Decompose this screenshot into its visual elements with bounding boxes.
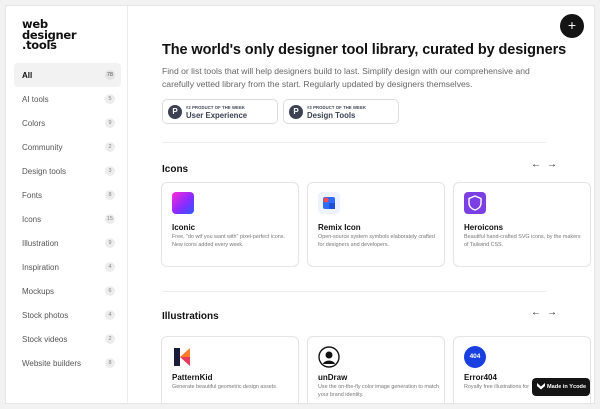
tool-name: unDraw [318, 373, 348, 382]
sidebar-item-count: 6 [105, 286, 115, 296]
undraw-logo-icon [318, 346, 340, 368]
ycode-logo-icon [537, 383, 545, 390]
badge-rank: #2 PRODUCT OF THE WEEK [186, 105, 245, 110]
arrow-right-icon[interactable]: → [547, 159, 563, 170]
badge-category: Design Tools [307, 111, 356, 120]
sidebar-item-label: Colors [22, 118, 46, 128]
badge-rank: #3 PRODUCT OF THE WEEK [307, 105, 366, 110]
tool-name: Heroicons [464, 223, 504, 232]
logo-line-3: .tools [22, 38, 57, 52]
tool-description: Generate beautiful geometric design asse… [172, 384, 278, 390]
page-subtitle: Find or list tools that will help design… [162, 66, 530, 89]
sidebar-item-colors[interactable]: Colors 9 [14, 111, 121, 135]
sidebar-item-inspiration[interactable]: Inspiration 4 [14, 255, 121, 279]
sidebar-item-label: Community [22, 142, 63, 152]
tool-card-remix-icon[interactable]: Remix Icon Open-source system symbols el… [307, 182, 445, 267]
sidebar-item-stock-photos[interactable]: Stock photos 4 [14, 303, 121, 327]
remix-logo-icon [318, 192, 340, 214]
sidebar-item-count: 8 [105, 190, 115, 200]
error404-logo-icon: 404 [464, 346, 486, 368]
heroicons-logo-icon [464, 192, 486, 214]
sidebar-item-label: Fonts [22, 190, 43, 200]
section-divider [162, 291, 546, 292]
sidebar-item-count: 4 [105, 310, 115, 320]
product-hunt-badge-design-tools[interactable]: P #3 PRODUCT OF THE WEEK Design Tools [283, 99, 399, 124]
add-tool-button[interactable]: + [560, 14, 584, 38]
carousel-arrows: ←→ [531, 159, 563, 170]
sidebar-item-all[interactable]: All 78 [14, 63, 121, 87]
sidebar-item-label: AI tools [22, 94, 49, 104]
sidebar-item-count: 9 [105, 238, 115, 248]
sidebar-item-ai-tools[interactable]: AI tools 5 [14, 87, 121, 111]
section-title-icons: Icons [162, 164, 189, 175]
tool-description: Free, "do wtf you want with" pixel-perfe… [172, 234, 285, 248]
sidebar-item-count: 8 [105, 358, 115, 368]
made-in-ycode-badge[interactable]: Made in Ycode [532, 378, 590, 396]
sidebar-item-icons[interactable]: Icons 15 [14, 207, 121, 231]
sidebar-item-label: All [22, 70, 33, 80]
ycode-badge-label: Made in Ycode [547, 384, 587, 390]
sidebar-item-label: Mockups [22, 286, 55, 296]
tool-card-iconic[interactable]: Iconic Free, "do wtf you want with" pixe… [161, 182, 299, 267]
sidebar-item-label: Stock photos [22, 310, 69, 320]
error404-logo-text: 404 [469, 353, 481, 360]
sidebar-item-illustration[interactable]: Illustration 9 [14, 231, 121, 255]
sidebar-item-label: Icons [22, 214, 42, 224]
tool-name: Error404 [464, 373, 497, 382]
sidebar-item-count: 3 [105, 166, 115, 176]
arrow-left-icon[interactable]: ← [531, 159, 547, 170]
page-title: The world's only designer tool library, … [162, 42, 567, 58]
section-divider [162, 142, 546, 143]
sidebar-item-label: Website builders [22, 358, 81, 368]
arrow-right-icon[interactable]: → [547, 307, 563, 318]
sidebar-item-fonts[interactable]: Fonts 8 [14, 183, 121, 207]
product-hunt-badge-user-experience[interactable]: P #2 PRODUCT OF THE WEEK User Experience [162, 99, 278, 124]
main-content: + The world's only designer tool library… [129, 6, 594, 403]
sidebar-item-count: 2 [105, 334, 115, 344]
arrow-left-icon[interactable]: ← [531, 307, 547, 318]
tool-description: Open-source system symbols elaborately c… [318, 234, 435, 248]
sidebar-item-count: 9 [105, 118, 115, 128]
sidebar-item-website-builders[interactable]: Website builders 8 [14, 351, 121, 375]
sidebar-item-count: 2 [105, 142, 115, 152]
iconic-logo-icon [172, 192, 194, 214]
app-frame: web designer .tools All 78 AI tools 5 Co… [5, 5, 595, 404]
sidebar-item-label: Stock videos [22, 334, 68, 344]
tool-card-undraw[interactable]: unDraw Use the on-the-fly color image ge… [307, 336, 445, 403]
sidebar-item-label: Design tools [22, 166, 67, 176]
product-hunt-icon: P [168, 105, 182, 119]
plus-icon: + [567, 17, 577, 33]
sidebar-item-count: 4 [105, 262, 115, 272]
sidebar-item-community[interactable]: Community 2 [14, 135, 121, 159]
product-hunt-icon: P [289, 105, 303, 119]
tool-name: PatternKid [172, 373, 213, 382]
section-title-illustrations: Illustrations [162, 311, 219, 322]
site-logo[interactable]: web designer .tools [22, 19, 77, 52]
sidebar-item-count: 5 [105, 94, 115, 104]
sidebar-item-count: 15 [104, 214, 115, 224]
tool-description: Beautiful hand-crafted SVG icons, by the… [464, 234, 581, 248]
carousel-arrows: ←→ [531, 307, 563, 318]
patternkid-logo-icon [172, 346, 194, 368]
sidebar-item-label: Inspiration [22, 262, 59, 272]
tool-name: Remix Icon [318, 223, 361, 232]
tool-name: Iconic [172, 223, 196, 232]
sidebar-item-mockups[interactable]: Mockups 6 [14, 279, 121, 303]
tool-description: Use the on-the-fly color image generatio… [318, 384, 440, 398]
sidebar: web designer .tools All 78 AI tools 5 Co… [6, 6, 128, 403]
tool-card-heroicons[interactable]: Heroicons Beautiful hand-crafted SVG ico… [453, 182, 591, 267]
badge-category: User Experience [186, 111, 248, 120]
sidebar-item-label: Illustration [22, 238, 59, 248]
sidebar-item-design-tools[interactable]: Design tools 3 [14, 159, 121, 183]
category-nav: All 78 AI tools 5 Colors 9 Community 2 D… [14, 63, 121, 375]
tool-card-patternkid[interactable]: PatternKid Generate beautiful geometric … [161, 336, 299, 403]
sidebar-item-stock-videos[interactable]: Stock videos 2 [14, 327, 121, 351]
sidebar-item-count: 78 [104, 70, 115, 80]
